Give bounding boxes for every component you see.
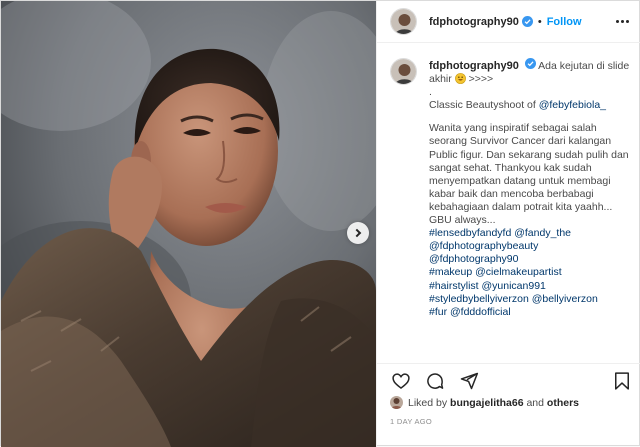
likes-others-link[interactable]: others bbox=[547, 397, 579, 409]
comments-area[interactable]: fdphotography90 Ada kejutan di slide akh… bbox=[377, 44, 640, 362]
caption-signoff: GBU always... bbox=[429, 214, 496, 227]
likes-prefix: Liked by bbox=[408, 396, 448, 409]
caption-intro-suffix: >>>> bbox=[468, 73, 494, 86]
caption-username[interactable]: fdphotography90 bbox=[429, 60, 519, 72]
hashtag-line[interactable]: @fdphotographybeauty bbox=[429, 240, 634, 253]
hashtag-line[interactable]: #makeup @cielmakeupartist bbox=[429, 266, 634, 279]
liker-avatar[interactable] bbox=[390, 396, 403, 409]
verified-badge-icon bbox=[524, 58, 536, 69]
share-icon[interactable] bbox=[458, 370, 480, 392]
post-timestamp[interactable]: 1 DAY AGO bbox=[390, 417, 432, 426]
hashtag-line[interactable]: @fdphotography90 bbox=[429, 253, 634, 266]
post-photo[interactable] bbox=[1, 1, 376, 447]
mention-link[interactable]: @febyfebiola_ bbox=[539, 99, 606, 111]
follow-button[interactable]: Follow bbox=[547, 16, 582, 28]
liker-username[interactable]: bungajelitha66 bbox=[450, 397, 524, 409]
hashtag-line[interactable]: #hairstylist @yunican991 bbox=[429, 280, 634, 293]
likes-middle: and bbox=[523, 396, 547, 409]
action-bar bbox=[377, 363, 640, 397]
caption-dot: . bbox=[429, 86, 432, 99]
caption: fdphotography90 Ada kejutan di slide akh… bbox=[390, 58, 634, 319]
caption-avatar[interactable] bbox=[390, 58, 417, 85]
next-slide-button[interactable] bbox=[347, 222, 369, 244]
post-header: fdphotography90 • Follow bbox=[377, 1, 640, 43]
comment-icon[interactable] bbox=[424, 370, 446, 392]
avatar-image bbox=[391, 9, 416, 34]
more-options-icon[interactable] bbox=[616, 20, 629, 23]
caption-text: fdphotography90 Ada kejutan di slide akh… bbox=[429, 58, 634, 319]
bookmark-icon[interactable] bbox=[611, 370, 633, 392]
grin-emoji-icon bbox=[454, 73, 466, 85]
avatar[interactable] bbox=[390, 8, 417, 35]
hashtag-line[interactable]: #styledbybellyiverzon @bellyiverzon bbox=[429, 293, 634, 306]
avatar-image bbox=[391, 59, 416, 84]
separator-dot: • bbox=[537, 15, 542, 28]
caption-classic: Classic Beautyshoot of bbox=[429, 99, 539, 112]
verified-badge-icon bbox=[521, 16, 533, 27]
instagram-post: fdphotography90 • Follow fdphotography90… bbox=[0, 0, 640, 447]
likes-line: Liked by bungajelitha66 and others bbox=[390, 396, 579, 409]
chevron-right-icon bbox=[352, 228, 362, 238]
post-sidebar: fdphotography90 • Follow fdphotography90… bbox=[376, 1, 640, 447]
portrait-image bbox=[1, 1, 376, 447]
author-username[interactable]: fdphotography90 bbox=[429, 16, 519, 28]
hashtag-line[interactable]: #fur @fdddofficial bbox=[429, 306, 634, 319]
hashtag-line[interactable]: #lensedbyfandyfd @fandy_the bbox=[429, 227, 634, 240]
heart-icon[interactable] bbox=[390, 370, 412, 392]
caption-body: Wanita yang inspiratif sebagai salah seo… bbox=[429, 122, 629, 213]
